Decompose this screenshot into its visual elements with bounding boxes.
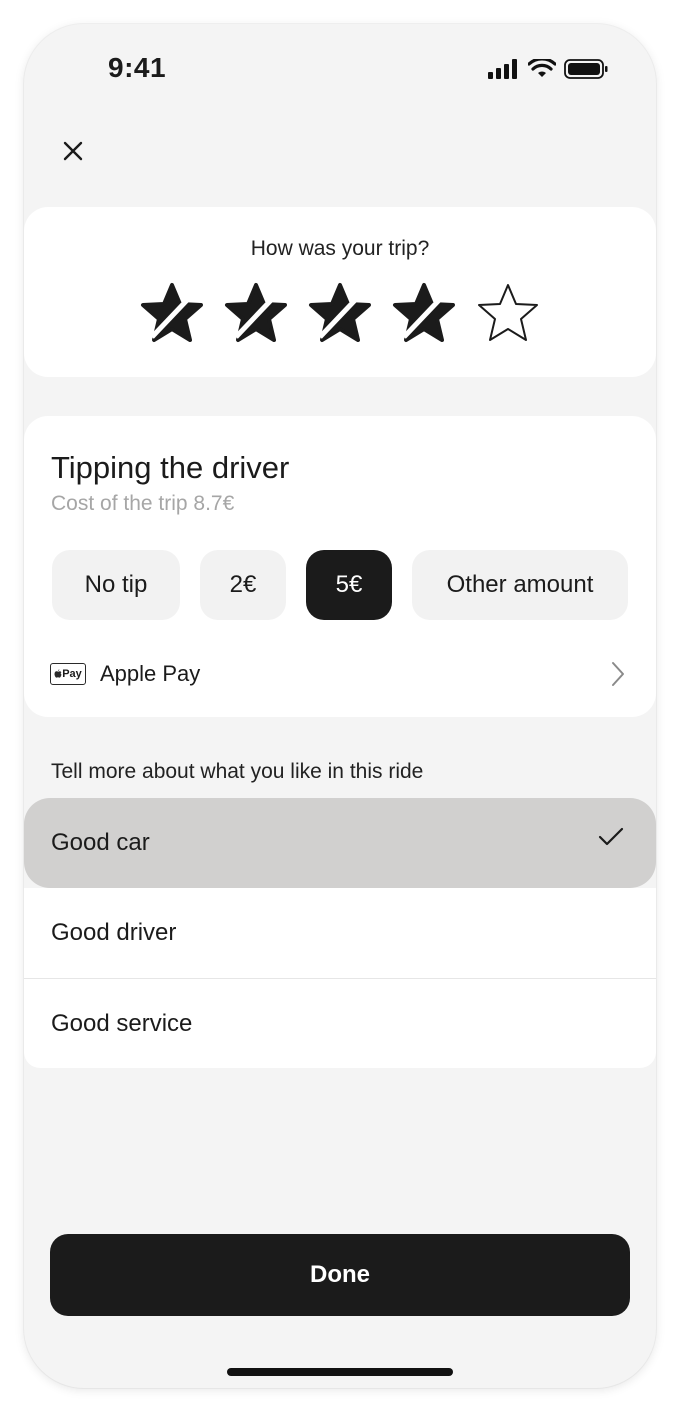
- tip-no-tip-button[interactable]: No tip: [52, 550, 180, 620]
- status-time: 9:41: [108, 52, 167, 83]
- feedback-option-good-driver[interactable]: Good driver: [24, 888, 656, 978]
- signal-icon: [488, 59, 517, 79]
- star-outline-icon[interactable]: [474, 279, 542, 347]
- payment-method-row[interactable]: Pay Apple Pay: [50, 654, 626, 694]
- home-indicator: [227, 1368, 453, 1376]
- checkmark-icon: [598, 827, 624, 846]
- tip-other-amount-button[interactable]: Other amount: [412, 550, 628, 620]
- phone-screen: 9:41 How was your trip? Tipping the driv…: [24, 24, 656, 1388]
- apple-pay-badge-text: Pay: [62, 668, 82, 680]
- apple-pay-icon: Pay: [50, 663, 86, 685]
- rating-question: How was your trip?: [250, 237, 430, 260]
- feedback-options: Good car Good driver Good service: [24, 798, 656, 1068]
- chevron-right-icon: [612, 662, 624, 686]
- tip-5-button[interactable]: 5€: [306, 550, 392, 620]
- star-filled-icon[interactable]: [306, 279, 374, 347]
- trip-cost: Cost of the trip 8.7€: [51, 492, 235, 515]
- feedback-option-good-car[interactable]: Good car: [24, 798, 656, 888]
- battery-icon: [564, 59, 608, 79]
- status-icons: [488, 58, 608, 80]
- tip-options: No tip 2€ 5€ Other amount: [52, 550, 628, 620]
- star-filled-icon[interactable]: [222, 279, 290, 347]
- feedback-prompt: Tell more about what you like in this ri…: [51, 760, 424, 783]
- wifi-icon: [528, 59, 556, 77]
- option-label: Good service: [51, 1009, 193, 1037]
- apple-logo-icon: [54, 669, 62, 678]
- tipping-title: Tipping the driver: [51, 450, 290, 485]
- close-icon: [63, 141, 83, 161]
- payment-method-label: Apple Pay: [100, 661, 201, 686]
- close-button[interactable]: [58, 136, 88, 166]
- rating-card: How was your trip?: [24, 207, 656, 377]
- option-label: Good car: [51, 829, 150, 856]
- tipping-card: Tipping the driver Cost of the trip 8.7€…: [24, 416, 656, 717]
- tip-2-button[interactable]: 2€: [200, 550, 286, 620]
- star-rating: [24, 279, 656, 347]
- feedback-option-good-service[interactable]: Good service: [24, 978, 656, 1068]
- option-label: Good driver: [51, 919, 177, 946]
- done-button[interactable]: Done: [50, 1234, 630, 1316]
- star-filled-icon[interactable]: [138, 279, 206, 347]
- star-filled-icon[interactable]: [390, 279, 458, 347]
